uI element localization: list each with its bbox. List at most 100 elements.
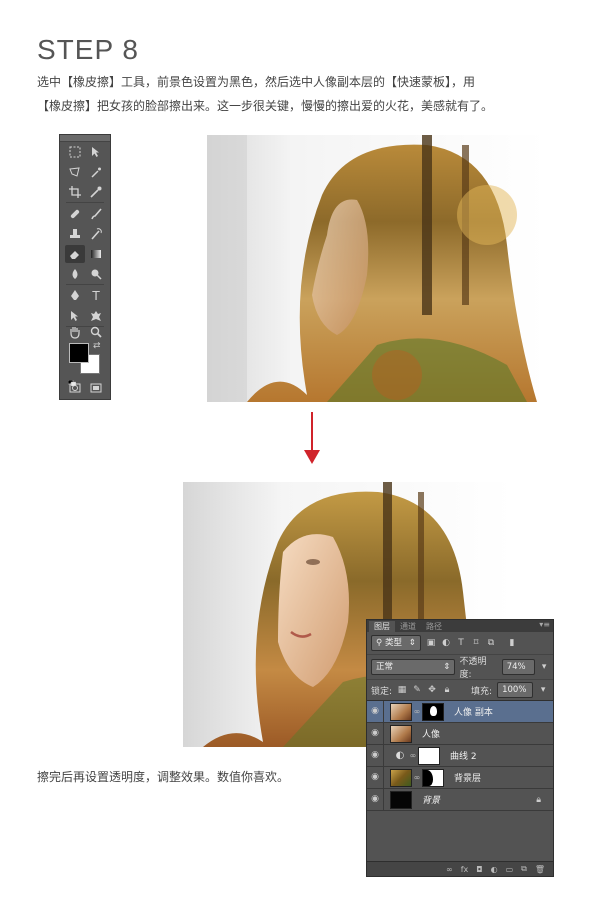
step-title: STEP 8 [37, 34, 139, 65]
link-icon[interactable]: ∞ [413, 707, 421, 716]
crop-icon[interactable] [65, 183, 85, 201]
hand-icon[interactable] [65, 323, 85, 341]
magic-wand-icon[interactable] [86, 163, 106, 181]
visibility-eye-icon[interactable]: ◉ [367, 767, 384, 788]
filter-toggle-icon[interactable]: ▮ [507, 638, 517, 648]
lock-pixels-icon[interactable]: ✎ [412, 685, 422, 695]
layer-name: 人像 副本 [454, 708, 493, 718]
chevron-updown-icon: ⇕ [408, 638, 416, 648]
step-description: 选中【橡皮擦】工具，前景色设置为黑色，然后选中人像副本层的【快速蒙板】，用 【橡… [37, 70, 557, 118]
lock-label: 锁定: [371, 686, 393, 697]
blend-mode-value: 正常 [376, 662, 394, 672]
layer-thumbnail [390, 768, 412, 787]
link-icon[interactable]: ∞ [413, 773, 421, 782]
type-filter-icon[interactable]: T [456, 638, 466, 648]
opacity-dropdown-icon[interactable]: ▾ [539, 662, 549, 672]
marquee-icon[interactable] [65, 143, 85, 161]
description-line-1: 选中【橡皮擦】工具，前景色设置为黑色，然后选中人像副本层的【快速蒙板】，用 [37, 75, 476, 89]
lock-all-icon[interactable]: 🔒︎ [442, 685, 452, 695]
trash-icon[interactable]: 🗑︎ [535, 865, 545, 874]
layer-mask-thumbnail[interactable] [418, 746, 440, 765]
lock-position-icon[interactable]: ✥ [427, 685, 437, 695]
panel-menu-icon[interactable]: ▾≡ [539, 620, 550, 629]
layer-row-background[interactable]: ◉ 背景 🔒︎ [367, 789, 553, 811]
layer-name: 背景 [422, 796, 441, 806]
layers-panel: 图层 通道 路径 ▾≡ ⚲ 类型 ⇕ ▣ ◐ T ⌑ ⧉ ▮ 正常 ⇕ 不透明度… [366, 619, 554, 877]
layer-name: 人像 [422, 730, 441, 740]
history-brush-icon[interactable] [86, 225, 106, 243]
chevron-updown-icon: ⇕ [443, 662, 451, 672]
caption-text: 擦完后再设置透明度，调整效果。数值你喜欢。 [37, 770, 290, 784]
move-icon[interactable] [86, 143, 106, 161]
layer-row-background-layer[interactable]: ◉ ∞ 背景层 [367, 767, 553, 789]
opacity-input[interactable]: 74% [501, 659, 536, 675]
layer-thumbnail [390, 724, 412, 743]
add-mask-icon[interactable]: ◘ [476, 865, 482, 874]
panel-grip[interactable] [60, 135, 110, 142]
layer-row-curves[interactable]: ◉ ◐ ∞ 曲线 2 [367, 745, 553, 767]
layer-mask-thumbnail[interactable] [422, 702, 444, 721]
visibility-eye-icon[interactable]: ◉ [367, 789, 384, 810]
layer-thumbnail [390, 702, 412, 721]
filter-type-select[interactable]: ⚲ 类型 ⇕ [371, 635, 421, 651]
search-icon: ⚲ [376, 638, 383, 648]
layer-name: 曲线 2 [450, 752, 477, 762]
type-icon[interactable]: T [86, 287, 106, 305]
new-group-icon[interactable]: ▭ [506, 865, 514, 874]
opacity-label: 不透明度: [459, 657, 487, 680]
adjustment-filter-icon[interactable]: ◐ [441, 638, 451, 648]
fill-dropdown-icon[interactable]: ▾ [538, 685, 548, 695]
panel-tabs: 图层 通道 路径 ▾≡ [367, 620, 553, 632]
link-icon[interactable]: ∞ [409, 751, 417, 760]
type-glyph: T [92, 289, 100, 303]
eyedropper-icon[interactable] [86, 183, 106, 201]
lock-row: 锁定: ▦ ✎ ✥ 🔒︎ 填充: 100% ▾ [367, 680, 553, 701]
default-colors-icon[interactable] [67, 371, 77, 387]
dodge-icon[interactable] [86, 265, 106, 283]
clone-stamp-icon[interactable] [65, 225, 85, 243]
pen-icon[interactable] [65, 287, 85, 305]
fill-input[interactable]: 100% [497, 682, 534, 698]
before-photo [207, 135, 546, 402]
zoom-icon[interactable] [86, 323, 106, 341]
layers-footer: ∞ fx ◘ ◐ ▭ ⧉ 🗑︎ [367, 861, 553, 876]
lock-transparency-icon[interactable]: ▦ [397, 685, 407, 695]
shape-filter-icon[interactable]: ⌑ [471, 638, 481, 648]
tab-layers[interactable]: 图层 [369, 621, 395, 632]
brush-icon[interactable] [86, 205, 106, 223]
tab-channels[interactable]: 通道 [395, 621, 421, 632]
eraser-icon[interactable] [65, 245, 85, 263]
blur-icon[interactable] [65, 265, 85, 283]
new-layer-icon[interactable]: ⧉ [521, 864, 527, 874]
curves-adjustment-icon: ◐ [395, 749, 405, 761]
visibility-eye-icon[interactable]: ◉ [367, 701, 384, 722]
swap-colors-icon[interactable]: ⇄ [93, 341, 101, 351]
gradient-icon[interactable] [86, 245, 106, 263]
pixel-filter-icon[interactable]: ▣ [426, 638, 436, 648]
filter-type-label: 类型 [384, 638, 402, 648]
foreground-color-swatch[interactable] [69, 343, 89, 363]
layer-row-portrait-copy[interactable]: ◉ ∞ 人像 副本 [367, 701, 553, 723]
visibility-eye-icon[interactable]: ◉ [367, 745, 384, 766]
down-arrow-icon [304, 412, 320, 464]
layer-mask-thumbnail[interactable] [422, 768, 444, 787]
new-adjustment-icon[interactable]: ◐ [491, 865, 498, 874]
blend-row: 正常 ⇕ 不透明度: 74% ▾ [367, 655, 553, 680]
layer-thumbnail [390, 790, 412, 809]
tools-panel: T ⇄ [59, 134, 111, 400]
link-layers-icon[interactable]: ∞ [446, 865, 453, 874]
description-line-2: 【橡皮擦】把女孩的脸部擦出来。这一步很关键，慢慢的擦出爱的火花，美感就有了。 [37, 99, 494, 113]
fill-label: 填充: [471, 686, 493, 697]
blend-mode-select[interactable]: 正常 ⇕ [371, 659, 456, 675]
screen-mode-icon[interactable] [86, 379, 106, 397]
tab-paths[interactable]: 路径 [421, 621, 447, 632]
layer-filter-row: ⚲ 类型 ⇕ ▣ ◐ T ⌑ ⧉ ▮ [367, 632, 553, 655]
smart-object-filter-icon[interactable]: ⧉ [486, 638, 496, 648]
layer-row-portrait[interactable]: ◉ 人像 [367, 723, 553, 745]
quick-mask-icon[interactable] [65, 379, 85, 397]
fx-icon[interactable]: fx [461, 865, 469, 874]
lasso-icon[interactable] [65, 163, 85, 181]
healing-brush-icon[interactable] [65, 205, 85, 223]
visibility-eye-icon[interactable]: ◉ [367, 723, 384, 744]
layer-name: 背景层 [454, 774, 482, 784]
